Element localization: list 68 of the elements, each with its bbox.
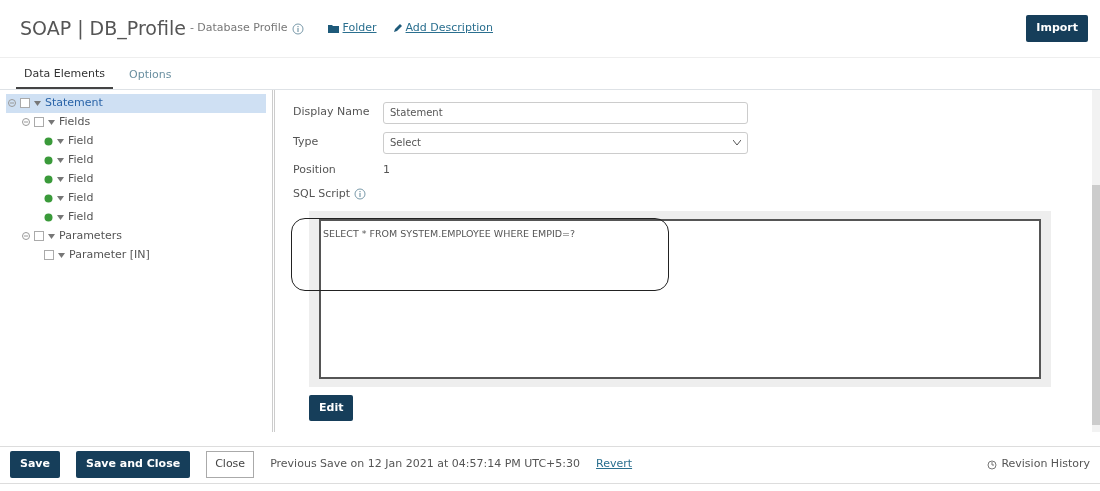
tree-item[interactable]: Parameter [IN] (34, 245, 266, 265)
save-status: Previous Save on 12 Jan 2021 at 04:57:14 PM UTC+5:30 (270, 456, 581, 473)
tree-item[interactable]: Fields (20, 112, 266, 132)
select-input[interactable]: Select (383, 131, 748, 154)
tree-item[interactable]: Parameters (20, 226, 266, 246)
folder-icon (327, 24, 339, 33)
tree-item[interactable]: Field (34, 207, 266, 227)
history-icon (987, 459, 998, 470)
tree-label: Statement (45, 94, 103, 111)
caret-icon (57, 195, 64, 201)
caret-icon (57, 138, 64, 144)
page-subtitle: - Database Profile (189, 20, 288, 37)
tree-item[interactable]: Field (34, 169, 266, 189)
caret-icon (57, 157, 64, 163)
field-label: SQL Script (293, 186, 351, 202)
footer-button[interactable]: Close (206, 451, 255, 478)
collapse-icon[interactable] (8, 99, 16, 107)
edit-button[interactable]: Edit (309, 394, 354, 421)
folder-link[interactable]: Folder (342, 20, 377, 37)
status-dot-icon (44, 212, 53, 222)
checkbox-icon[interactable] (34, 231, 44, 241)
tree-label: Field (68, 208, 94, 225)
collapse-icon[interactable] (22, 118, 30, 126)
tab[interactable]: Options (121, 62, 180, 89)
position-value: 1 (383, 161, 390, 178)
checkbox-icon[interactable] (34, 117, 44, 127)
sql-editor[interactable]: SELECT * FROM SYSTEM.EMPLOYEE WHERE EMPID=? (319, 218, 1041, 379)
status-dot-icon (44, 193, 53, 203)
revision-history-link[interactable]: Revision History (1001, 456, 1090, 473)
tree-label: Parameter [IN] (69, 246, 150, 263)
revert-link[interactable]: Revert (596, 456, 633, 473)
tree-label: Parameters (59, 227, 122, 244)
tree-label: Fields (59, 113, 91, 130)
field-label: Display Name (293, 104, 371, 121)
checkbox-icon[interactable] (20, 98, 30, 108)
text-input[interactable]: Statement (383, 101, 748, 124)
scrollbar[interactable] (1092, 89, 1100, 432)
tree-label: Field (68, 189, 94, 206)
caret-icon (57, 176, 64, 182)
field-label: Position (293, 161, 337, 178)
status-dot-icon (44, 136, 53, 146)
caret-icon (34, 100, 41, 106)
pencil-icon (392, 24, 402, 33)
info-icon (354, 188, 367, 201)
checkbox-icon[interactable] (44, 250, 54, 260)
footer-button[interactable]: Save and Close (76, 451, 191, 478)
footer-button[interactable]: Save (10, 451, 60, 478)
tab[interactable]: Data Elements (16, 62, 114, 89)
tree-label: Field (68, 151, 94, 168)
caret-icon (48, 233, 55, 239)
tree-item[interactable]: Field (34, 150, 266, 170)
import-button[interactable]: Import (1026, 15, 1088, 42)
status-dot-icon (44, 174, 53, 184)
tree-label: Field (68, 170, 94, 187)
tree-item[interactable]: Statement (6, 93, 266, 113)
caret-icon (57, 214, 64, 220)
caret-icon (48, 119, 55, 125)
collapse-icon[interactable] (22, 232, 30, 240)
tree-item[interactable]: Field (34, 131, 266, 151)
status-dot-icon (44, 155, 53, 165)
page-title: SOAP | DB_Profile (20, 16, 186, 42)
field-label: Type (293, 134, 320, 151)
tree-label: Field (68, 132, 94, 149)
info-icon (291, 22, 304, 35)
add-description-link[interactable]: Add Description (405, 20, 493, 37)
chevron-down-icon (733, 140, 741, 145)
tree-item[interactable]: Field (34, 188, 266, 208)
caret-icon (58, 252, 65, 258)
